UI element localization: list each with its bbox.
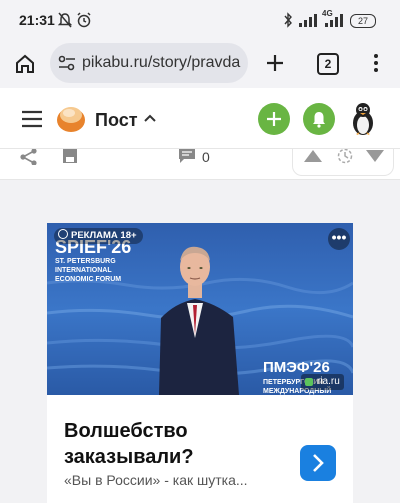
url-text: pikabu.ru/story/pravda	[82, 54, 241, 71]
ad-title[interactable]: Волшебство заказывали?	[64, 418, 294, 470]
page-title[interactable]: Пост	[95, 110, 138, 131]
status-bar: 21:31 4G 27	[0, 0, 400, 40]
menu-icon[interactable]	[22, 110, 42, 128]
ad-card[interactable]: SPIEF'26 ST. PETERSBURG INTERNATIONAL EC…	[47, 223, 353, 503]
rating-box	[292, 149, 394, 176]
comments-count: 0	[202, 149, 210, 165]
bell-icon	[313, 112, 325, 128]
upvote-icon[interactable]	[304, 150, 322, 162]
ad-source-badge: ria.ru	[301, 374, 344, 390]
comments-icon[interactable]	[178, 149, 196, 163]
battery-level: 27	[357, 16, 368, 26]
ad-more-button[interactable]: •••	[328, 228, 350, 250]
pikabu-logo-icon[interactable]	[56, 105, 86, 133]
plus-icon	[267, 112, 281, 126]
ad-label: РЕКЛАМА 18+	[71, 230, 137, 241]
ad-info-icon	[58, 229, 68, 239]
ad-image-forum-text: ST. PETERSBURG INTERNATIONAL ECONOMIC FO…	[55, 258, 122, 283]
clock: 21:31	[19, 12, 55, 28]
user-avatar[interactable]	[347, 102, 379, 136]
notifications-off-icon	[58, 12, 72, 28]
address-bar[interactable]: pikabu.ru/story/pravda	[50, 43, 248, 83]
rating-timer-icon	[337, 149, 353, 164]
downvote-icon[interactable]	[366, 150, 384, 162]
browser-toolbar: pikabu.ru/story/pravda 2	[0, 40, 400, 88]
site-header: Пост	[0, 88, 400, 149]
share-icon[interactable]	[19, 149, 39, 165]
more-horizontal-icon: •••	[331, 229, 347, 245]
tab-count: 2	[324, 57, 332, 71]
ad-open-button[interactable]	[300, 445, 336, 481]
alarm-icon	[77, 12, 91, 28]
tab-switcher-button[interactable]: 2	[317, 53, 339, 75]
ad-label-badge: РЕКЛАМА 18+	[54, 228, 143, 244]
new-tab-icon[interactable]	[264, 52, 286, 74]
chevron-right-icon	[313, 454, 324, 472]
notifications-button[interactable]	[303, 103, 335, 135]
ad-image[interactable]: SPIEF'26 ST. PETERSBURG INTERNATIONAL EC…	[47, 223, 353, 395]
more-menu-icon[interactable]	[370, 52, 382, 74]
ad-subtitle: «Вы в России» - как шутка...	[64, 472, 248, 488]
source-icon	[305, 378, 313, 386]
signal-2-icon	[325, 14, 343, 27]
add-post-button[interactable]	[258, 103, 290, 135]
home-icon[interactable]	[14, 53, 36, 75]
site-settings-icon[interactable]	[58, 55, 76, 71]
chevron-up-icon[interactable]	[144, 113, 156, 123]
bluetooth-icon	[284, 12, 292, 28]
save-icon[interactable]	[62, 149, 78, 163]
battery-icon: 27	[350, 14, 376, 28]
signal-icon	[299, 14, 317, 27]
post-actions-bar: 0	[0, 149, 400, 180]
ad-source: ria.ru	[317, 376, 340, 387]
